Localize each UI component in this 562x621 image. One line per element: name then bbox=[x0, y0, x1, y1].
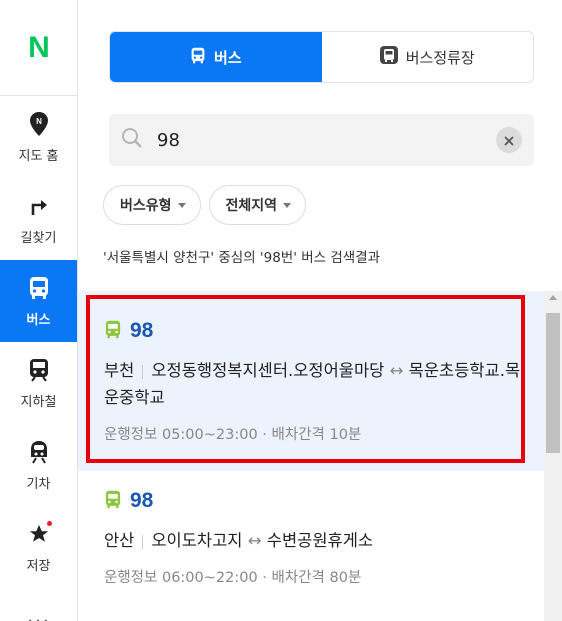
map-pin-icon: N bbox=[26, 111, 52, 137]
tab-bus-stop[interactable]: 버스정류장 bbox=[322, 32, 534, 82]
filter-label: 버스유형 bbox=[120, 198, 172, 214]
route-start: 오이도차고지 bbox=[151, 531, 243, 550]
nav-item-label: 길찾기 bbox=[20, 230, 57, 246]
filter-label: 전체지역 bbox=[225, 198, 278, 214]
tab-bus[interactable]: 버스 bbox=[110, 32, 322, 82]
nav-item-bus[interactable]: 버스 bbox=[0, 260, 77, 342]
bus-icon bbox=[104, 490, 122, 513]
result-description: '서울특별시 양천구' 중심의 '98번' 버스 검색결과 bbox=[103, 250, 381, 266]
clear-search-button[interactable] bbox=[496, 127, 522, 153]
more-icon[interactable]: ... bbox=[0, 606, 77, 621]
notification-dot bbox=[46, 520, 52, 526]
nav-item-train[interactable]: 기차 bbox=[0, 424, 77, 506]
nav-item-label: 지하철 bbox=[20, 394, 57, 410]
bus-result-list: 98 부천 오정동행정복지센터.오정어울마당 ↔ 목운초등학교.목운중학교 운행정… bbox=[78, 291, 544, 621]
scroll-up-arrow-icon[interactable] bbox=[549, 295, 557, 300]
search-type-tabs: 버스 버스정류장 bbox=[109, 31, 534, 83]
chevron-down-icon bbox=[283, 202, 292, 208]
bus-number: 98 bbox=[130, 489, 154, 512]
subway-icon bbox=[26, 357, 52, 383]
bus-region: 안산 bbox=[104, 531, 135, 550]
naver-logo[interactable]: N bbox=[0, 0, 77, 96]
bus-type-filter[interactable]: 버스유형 bbox=[103, 185, 201, 225]
nav-item-subway[interactable]: 지하철 bbox=[0, 342, 77, 424]
bus-schedule-info: 운행정보 06:00~22:00 · 배차간격 80분 bbox=[104, 570, 362, 586]
svg-text:N: N bbox=[36, 117, 42, 126]
nav-item-label: 버스 bbox=[26, 312, 51, 328]
bus-result-item[interactable]: 98 부천 오정동행정복지센터.오정어울마당 ↔ 목운초등학교.목운중학교 운행정… bbox=[78, 291, 544, 471]
star-icon bbox=[26, 520, 52, 547]
scrollbar[interactable] bbox=[544, 291, 562, 621]
nav-item-map-home[interactable]: N 지도 홈 bbox=[0, 96, 77, 178]
route-start: 오정동행정복지센터.오정어울마당 bbox=[151, 361, 385, 380]
close-icon bbox=[504, 131, 514, 150]
train-icon bbox=[26, 439, 52, 465]
tab-label: 버스정류장 bbox=[405, 48, 475, 67]
bus-icon bbox=[26, 275, 52, 301]
nav-item-directions[interactable]: 길찾기 bbox=[0, 178, 77, 260]
route-end: 수변공원휴게소 bbox=[266, 531, 374, 550]
scroll-thumb[interactable] bbox=[546, 313, 560, 453]
nav-item-label: 기차 bbox=[26, 476, 51, 492]
bus-search-panel: 버스 버스정류장 버스유형 전체지역 '서울특별시 양천구' 중심의 bbox=[78, 0, 562, 621]
bidirectional-arrow-icon: ↔ bbox=[389, 361, 404, 380]
bus-icon bbox=[190, 47, 206, 68]
directions-arrow-icon bbox=[26, 193, 52, 219]
region-filter[interactable]: 전체지역 bbox=[208, 185, 307, 225]
search-bar bbox=[109, 114, 534, 166]
left-nav: N N 지도 홈 길찾기 버스 지하철 기차 저장 ... bbox=[0, 0, 78, 621]
bus-result-item[interactable]: 98 안산 오이도차고지 ↔ 수변공원휴게소 운행정보 06:00~22:00 ·… bbox=[78, 471, 544, 621]
nav-item-saved[interactable]: 저장 bbox=[0, 506, 77, 588]
bus-icon bbox=[104, 320, 122, 343]
filter-bar: 버스유형 전체지역 bbox=[103, 185, 307, 225]
nav-item-label: 저장 bbox=[26, 558, 51, 574]
search-input[interactable] bbox=[157, 129, 496, 151]
bidirectional-arrow-icon: ↔ bbox=[247, 531, 262, 550]
tab-label: 버스 bbox=[213, 48, 242, 67]
bus-region: 부천 bbox=[104, 361, 135, 380]
chevron-down-icon bbox=[177, 202, 186, 208]
nav-item-label: 지도 홈 bbox=[18, 148, 59, 164]
bus-stop-icon bbox=[379, 46, 398, 68]
bus-route: 부천 오정동행정복지센터.오정어울마당 ↔ 목운초등학교.목운중학교 bbox=[104, 357, 524, 411]
bus-number: 98 bbox=[130, 319, 154, 342]
search-icon bbox=[121, 127, 143, 153]
bus-schedule-info: 운행정보 05:00~23:00 · 배차간격 10분 bbox=[104, 427, 362, 443]
bus-route: 안산 오이도차고지 ↔ 수변공원휴게소 bbox=[104, 527, 524, 554]
